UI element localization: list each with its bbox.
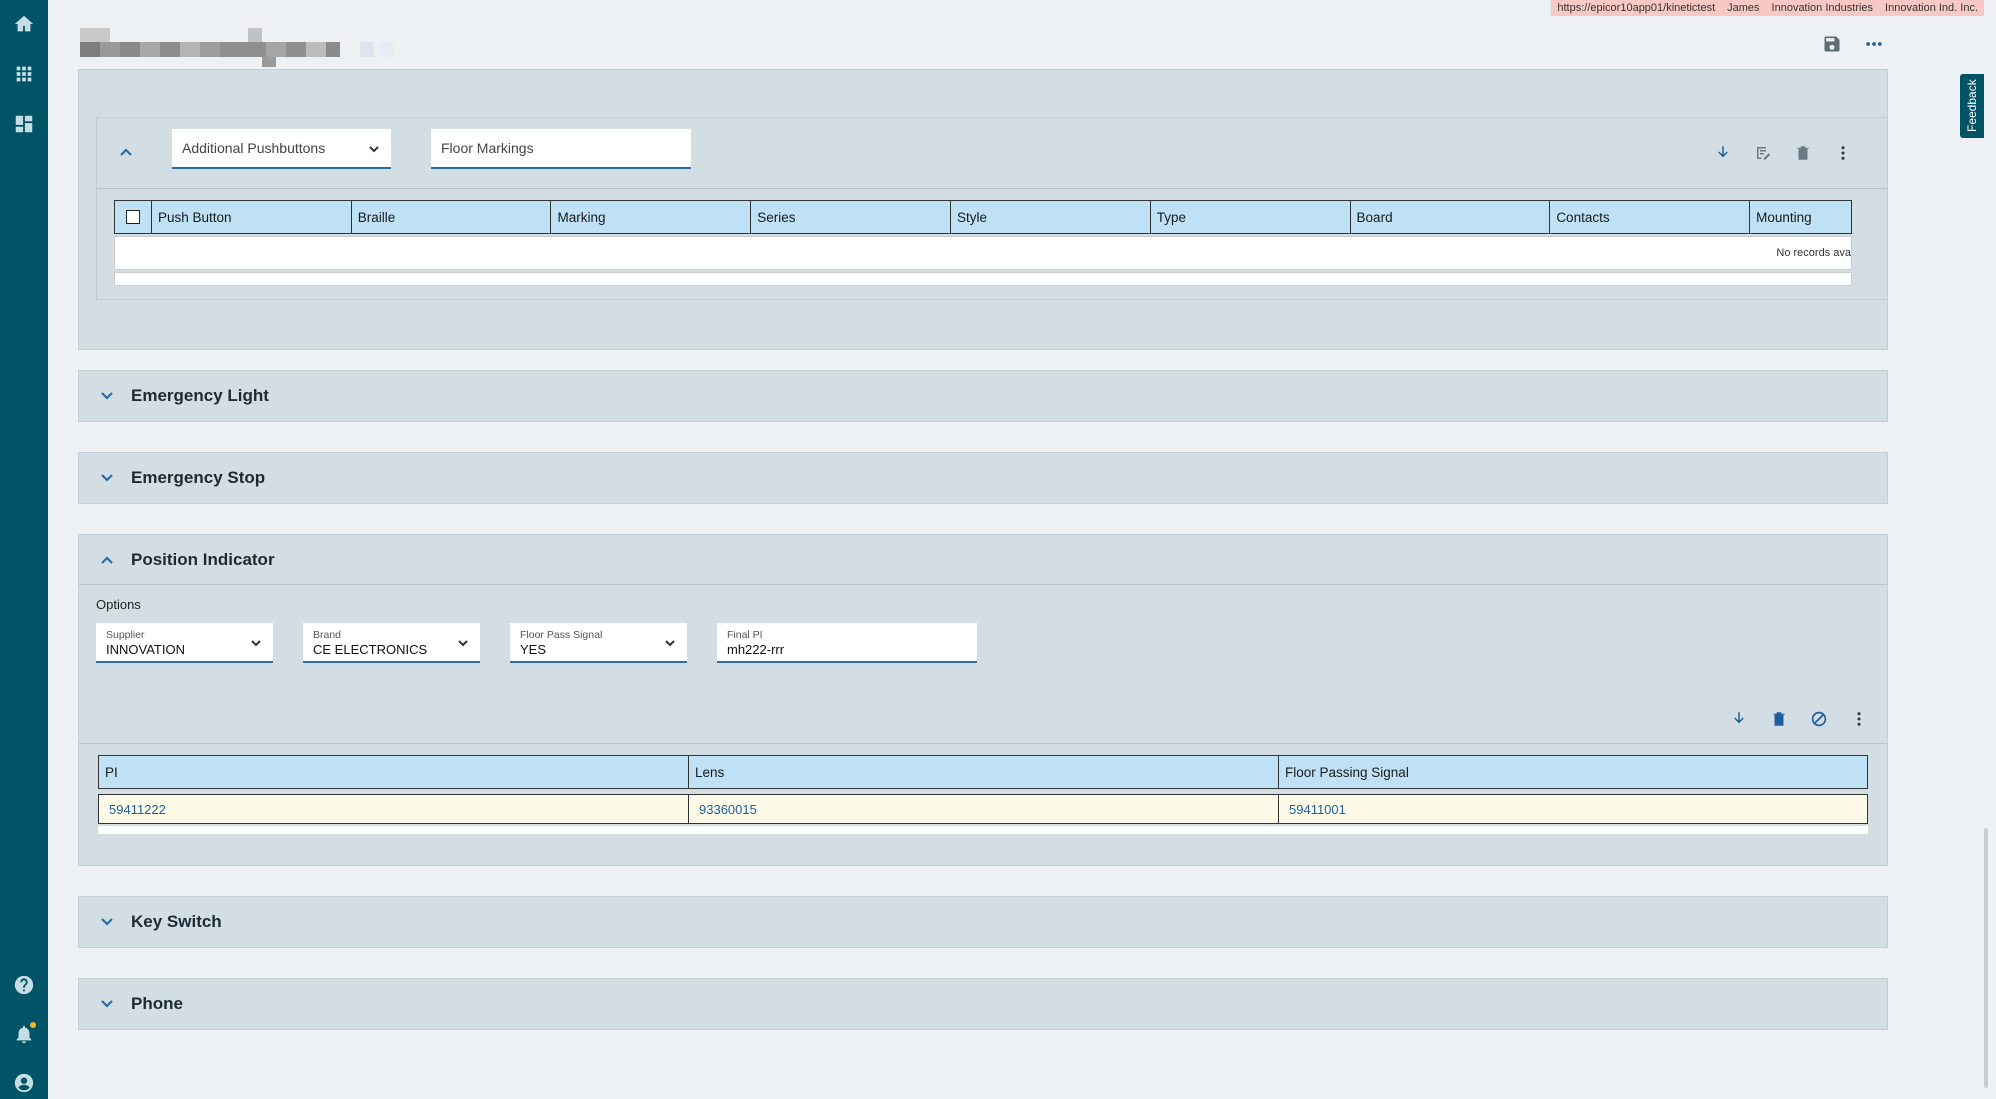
page-actions xyxy=(1822,34,1884,57)
env-url: https://epicor10app01/kinetictest xyxy=(1557,2,1716,14)
final-pi-value: mh222-rrr xyxy=(727,642,785,657)
pi-grid-header: PI Lens Floor Passing Signal xyxy=(98,755,1868,789)
chevron-down-icon xyxy=(663,636,677,650)
download-icon[interactable] xyxy=(1714,144,1732,165)
kebab-menu-icon[interactable] xyxy=(1834,144,1852,165)
emergency-stop-card[interactable]: Emergency Stop xyxy=(78,452,1888,504)
env-company: Innovation Industries xyxy=(1771,2,1874,14)
chevron-down-icon xyxy=(367,142,381,156)
delete-icon[interactable] xyxy=(1794,144,1812,165)
floor-pass-signal-select[interactable]: Floor Pass Signal YES xyxy=(510,623,687,663)
col-push-button[interactable]: Push Button xyxy=(152,201,352,233)
key-switch-card[interactable]: Key Switch xyxy=(78,896,1888,948)
chevron-down-icon[interactable] xyxy=(99,996,115,1012)
col-contacts[interactable]: Contacts xyxy=(1550,201,1751,233)
position-indicator-title: Position Indicator xyxy=(131,549,275,569)
environment-bar: https://epicor10app01/kinetictest James … xyxy=(1551,0,1984,16)
brand-label: Brand xyxy=(313,629,342,641)
pi-grid-toolbar xyxy=(1730,710,1868,731)
chevron-down-icon xyxy=(456,636,470,650)
pi-divider xyxy=(79,743,1887,744)
collapse-chevron-up-icon[interactable] xyxy=(118,144,134,160)
kebab-menu-icon[interactable] xyxy=(1850,710,1868,731)
emergency-light-title: Emergency Light xyxy=(131,386,269,405)
floor-markings-value: Floor Markings xyxy=(441,140,534,156)
empty-grid-message: No records ava xyxy=(114,236,1852,270)
panel-divider xyxy=(97,188,1887,189)
key-switch-title: Key Switch xyxy=(131,912,222,931)
phone-title: Phone xyxy=(131,994,183,1013)
more-options-icon[interactable] xyxy=(1864,34,1884,57)
cancel-icon[interactable] xyxy=(1810,710,1828,731)
pushbutton-type-select[interactable]: Additional Pushbuttons xyxy=(172,129,391,169)
chevron-down-icon[interactable] xyxy=(99,470,115,486)
col-marking[interactable]: Marking xyxy=(551,201,752,233)
home-icon[interactable] xyxy=(12,12,36,36)
save-icon[interactable] xyxy=(1822,34,1842,57)
col-mounting[interactable]: Mounting xyxy=(1750,201,1851,233)
emergency-light-card[interactable]: Emergency Light xyxy=(78,370,1888,422)
chevron-down-icon xyxy=(249,636,263,650)
download-icon[interactable] xyxy=(1730,710,1748,731)
pushbuttons-grid-header: Push Button Braille Marking Series Style… xyxy=(114,200,1852,234)
env-site: Innovation Ind. Inc. xyxy=(1885,2,1978,14)
supplier-label: Supplier xyxy=(106,629,145,641)
apps-grid-icon[interactable] xyxy=(12,62,36,86)
options-label: Options xyxy=(96,597,141,612)
supplier-value: INNOVATION xyxy=(106,642,185,657)
col-pi[interactable]: PI xyxy=(99,756,689,788)
col-series[interactable]: Series xyxy=(751,201,952,233)
lens-cell[interactable]: 93360015 xyxy=(689,795,1279,823)
feedback-tab[interactable]: Feedback xyxy=(1960,74,1984,138)
help-icon[interactable] xyxy=(12,973,36,997)
pi-grid-footer xyxy=(98,826,1868,834)
delete-icon[interactable] xyxy=(1770,710,1788,731)
chevron-up-icon[interactable] xyxy=(99,552,115,568)
emergency-stop-title: Emergency Stop xyxy=(131,468,266,487)
phone-card[interactable]: Phone xyxy=(78,978,1888,1030)
pi-cell[interactable]: 59411222 xyxy=(99,795,689,823)
redacted-page-title xyxy=(80,28,430,68)
scrollbar-thumb[interactable] xyxy=(1984,828,1988,1088)
notification-dot xyxy=(30,1022,36,1028)
final-pi-label: Final PI xyxy=(727,629,763,641)
select-all-checkbox[interactable] xyxy=(125,210,140,224)
supplier-select[interactable]: Supplier INNOVATION xyxy=(96,623,273,663)
env-user: James xyxy=(1727,2,1760,14)
col-style[interactable]: Style xyxy=(951,201,1151,233)
floor-pass-signal-label: Floor Pass Signal xyxy=(520,629,603,641)
pushbuttons-toolbar xyxy=(1714,144,1852,165)
left-nav-rail xyxy=(0,0,48,1099)
col-braille[interactable]: Braille xyxy=(352,201,552,233)
no-records-text: No records ava xyxy=(1776,247,1851,259)
floor-markings-field[interactable]: Floor Markings xyxy=(431,129,691,169)
select-all-checkbox-cell[interactable] xyxy=(115,201,152,233)
pushbutton-type-value: Additional Pushbuttons xyxy=(182,140,326,156)
floor-passing-signal-cell[interactable]: 59411001 xyxy=(1279,795,1866,823)
final-pi-field[interactable]: Final PI mh222-rrr xyxy=(717,623,977,663)
col-board[interactable]: Board xyxy=(1351,201,1551,233)
chevron-down-icon[interactable] xyxy=(99,388,115,404)
brand-value: CE ELECTRONICS xyxy=(313,642,428,657)
col-type[interactable]: Type xyxy=(1151,201,1351,233)
chevron-down-icon[interactable] xyxy=(99,914,115,930)
dashboard-icon[interactable] xyxy=(12,112,36,136)
grid-footer xyxy=(114,272,1852,286)
notifications-bell-icon[interactable] xyxy=(12,1022,36,1046)
col-floor-passing-signal[interactable]: Floor Passing Signal xyxy=(1279,756,1866,788)
col-lens[interactable]: Lens xyxy=(689,756,1279,788)
edit-notes-icon[interactable] xyxy=(1754,144,1772,165)
table-row[interactable]: 59411222 93360015 59411001 xyxy=(98,794,1868,824)
brand-select[interactable]: Brand CE ELECTRONICS xyxy=(303,623,480,663)
floor-pass-signal-value: YES xyxy=(520,642,547,657)
user-account-icon[interactable] xyxy=(12,1071,36,1095)
